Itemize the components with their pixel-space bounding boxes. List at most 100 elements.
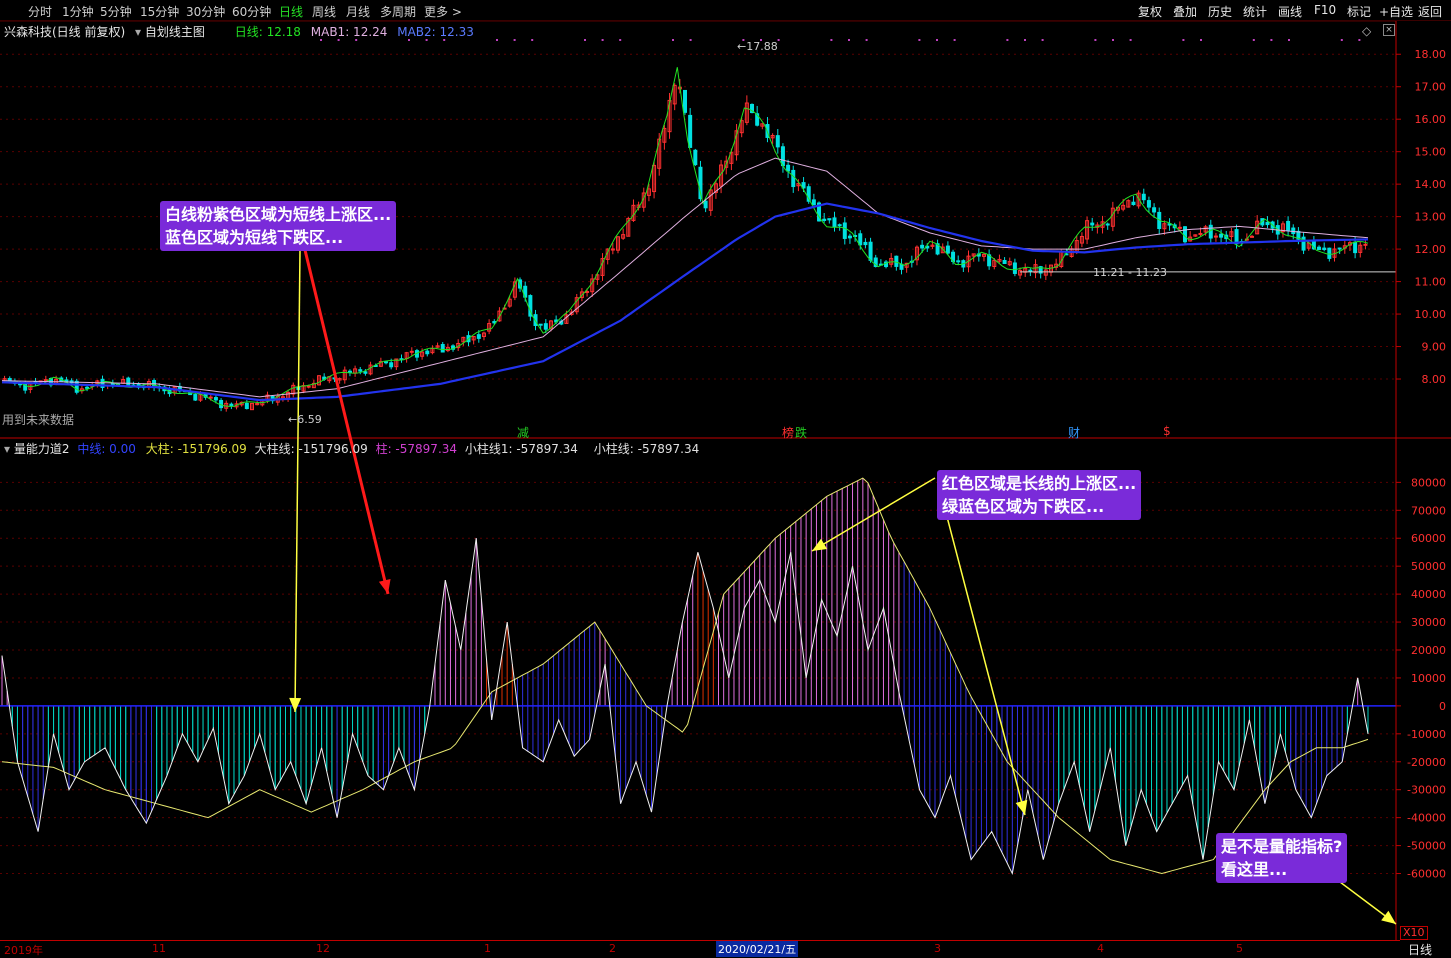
candle-body[interactable] [858,233,863,246]
candle-body[interactable] [1219,233,1224,238]
candle-body[interactable] [1265,221,1270,226]
candle-body[interactable] [1012,262,1017,274]
candle-body[interactable] [827,218,832,221]
indicator-name[interactable]: 量能力道2 [14,442,70,456]
candle-body[interactable] [847,235,852,239]
candle-body[interactable] [832,217,837,228]
indicator-dropdown-icon[interactable]: ▾ [4,442,10,456]
candle-body[interactable] [1327,247,1332,259]
diamond-icon[interactable]: ◇ [1362,24,1371,38]
candle-body[interactable] [538,323,543,326]
candle-body[interactable] [1291,227,1296,235]
template-dropdown-icon[interactable]: ▾ [135,25,141,39]
button-restore-rights[interactable]: 复权 [1138,3,1162,20]
candle-body[interactable] [780,146,785,167]
tab-timeframe-1[interactable]: 1分钟 [62,3,94,20]
candle-body[interactable] [688,114,693,148]
candle-body[interactable] [193,394,198,401]
candle-body[interactable] [1105,223,1110,226]
candle-body[interactable] [1028,269,1033,272]
candle-body[interactable] [791,169,796,188]
button-overlay[interactable]: 叠加 [1173,3,1197,20]
candle-body[interactable] [85,386,90,389]
candle-body[interactable] [868,241,873,261]
tab-timeframe-10[interactable]: 更多 > [424,3,462,20]
candle-body[interactable] [440,343,445,353]
candle-body[interactable] [1002,259,1007,264]
tab-timeframe-4[interactable]: 30分钟 [186,3,225,20]
candle-body[interactable] [1131,201,1136,206]
marker-fall[interactable]: 跌 [795,424,807,441]
marker-reduce[interactable]: 减 [517,424,529,441]
candle-body[interactable] [208,396,213,399]
button-history[interactable]: 历史 [1208,3,1232,20]
button-f10[interactable]: F10 [1314,3,1336,17]
button-mark[interactable]: 标记 [1347,3,1371,20]
candle-body[interactable] [1337,247,1342,250]
candle-body[interactable] [863,241,868,246]
candle-body[interactable] [703,200,708,209]
candle-body[interactable] [389,362,394,368]
marker-dollar[interactable]: $ [1163,424,1171,438]
candle-body[interactable] [786,164,791,172]
candle-body[interactable] [43,379,48,382]
candle-body[interactable] [585,290,590,293]
button-draw-line[interactable]: 画线 [1278,3,1302,20]
candle-body[interactable] [920,244,925,249]
tab-timeframe-6[interactable]: 日线 [279,3,303,20]
candle-body[interactable] [425,350,430,355]
candle-body[interactable] [693,149,698,166]
candle-body[interactable] [1322,247,1327,251]
candle-body[interactable] [358,369,363,372]
candle-body[interactable] [945,245,950,254]
template-name[interactable]: 自划线主图 [145,25,205,39]
candle-body[interactable] [1213,235,1218,238]
candle-body[interactable] [837,224,842,227]
candle-body[interactable] [956,260,961,263]
tab-timeframe-7[interactable]: 周线 [312,3,336,20]
candle-body[interactable] [811,199,816,206]
candle-body[interactable] [1353,241,1358,254]
candle-body[interactable] [1090,222,1095,226]
button-statistics[interactable]: 统计 [1243,3,1267,20]
tab-timeframe-0[interactable]: 分时 [28,3,52,20]
candle-body[interactable] [347,370,352,373]
candle-body[interactable] [409,350,414,353]
tab-timeframe-8[interactable]: 月线 [346,3,370,20]
candle-body[interactable] [476,334,481,339]
candle-body[interactable] [1363,243,1368,246]
scale-multiplier[interactable]: X10 [1400,926,1428,940]
candle-body[interactable] [1198,232,1203,235]
candle-body[interactable] [894,255,899,267]
candle-body[interactable] [683,89,687,113]
candle-body[interactable] [1250,235,1255,238]
candle-body[interactable] [842,222,847,239]
candle-body[interactable] [74,380,79,393]
tab-timeframe-3[interactable]: 15分钟 [140,3,179,20]
candle-body[interactable] [1286,220,1291,231]
candle-body[interactable] [1177,226,1182,229]
candle-body[interactable] [363,371,368,374]
tab-timeframe-9[interactable]: 多周期 [380,3,416,20]
tab-timeframe-2[interactable]: 5分钟 [100,3,132,20]
candle-body[interactable] [1208,224,1213,239]
volume-indicator-chart[interactable] [0,477,1396,876]
candle-body[interactable] [822,218,827,221]
candle-body[interactable] [1146,200,1151,208]
button-add-watchlist[interactable]: +自选 [1379,3,1413,20]
candle-body[interactable] [213,397,218,401]
marker-finance[interactable]: 财 [1068,424,1080,441]
candle-body[interactable] [384,361,389,364]
candle-body[interactable] [126,377,131,387]
button-back[interactable]: 返回 [1418,3,1442,20]
marker-list[interactable]: 榜 [782,424,794,441]
close-icon[interactable]: × [1383,24,1395,36]
period-mode-label[interactable]: 日线 [1408,941,1432,958]
candle-body[interactable] [1183,226,1188,243]
candle-body[interactable] [229,403,234,407]
tab-timeframe-5[interactable]: 60分钟 [232,3,271,20]
candle-body[interactable] [775,135,780,148]
candle-body[interactable] [1141,193,1146,201]
candle-body[interactable] [1152,207,1157,213]
candle-body[interactable] [543,323,548,330]
